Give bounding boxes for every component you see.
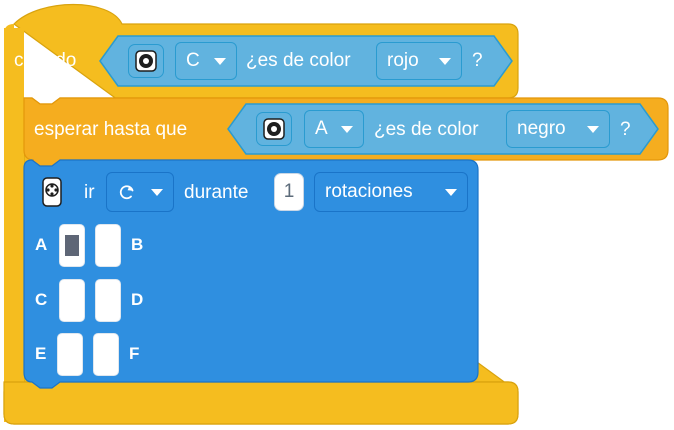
clockwise-arrow-icon [119, 185, 134, 200]
when-color-value: rojo [387, 50, 419, 71]
unit-dropdown[interactable]: rotaciones [314, 172, 468, 212]
motor-for-label: durante [184, 182, 249, 203]
when-port-dropdown[interactable]: C [175, 42, 237, 80]
when-condition-text: ¿es de color [246, 50, 351, 71]
motor-go-label: ir [84, 182, 95, 203]
port-label-f: F [129, 344, 140, 363]
port-b-toggle[interactable] [95, 224, 121, 267]
when-label: cuando [14, 50, 77, 71]
color-sensor-icon [263, 118, 285, 140]
chevron-down-icon [151, 189, 163, 196]
port-label-a: A [35, 235, 48, 254]
port-e-toggle[interactable] [57, 333, 83, 376]
chevron-down-icon [214, 58, 226, 65]
wait-sensor-icon-button[interactable] [256, 112, 292, 146]
when-question-mark: ? [472, 50, 483, 71]
wait-question-mark: ? [620, 119, 631, 140]
wait-color-dropdown[interactable]: negro [506, 110, 610, 148]
port-label-c: C [35, 290, 48, 309]
port-label-d: D [131, 290, 144, 309]
port-label-b: B [131, 235, 144, 254]
port-f-toggle[interactable] [93, 333, 119, 376]
port-d-toggle[interactable] [95, 279, 121, 322]
when-color-dropdown[interactable]: rojo [376, 42, 462, 80]
chevron-down-icon [587, 126, 599, 133]
port-label-e: E [35, 344, 47, 363]
direction-dropdown[interactable] [106, 172, 174, 212]
wait-label: esperar hasta que [34, 119, 188, 140]
port-c-toggle[interactable] [59, 279, 85, 322]
port-a-toggle[interactable] [59, 224, 85, 267]
chevron-down-icon [445, 189, 457, 196]
wait-condition-text: ¿es de color [374, 119, 479, 140]
motor-pair-icon [42, 177, 62, 207]
wait-color-value: negro [517, 118, 566, 139]
when-port-value: C [186, 50, 200, 71]
chevron-down-icon [439, 58, 451, 65]
color-sensor-icon [135, 50, 157, 72]
amount-input[interactable]: 1 [274, 173, 304, 211]
wait-port-value: A [315, 118, 328, 139]
motor-pair-icon-button[interactable] [40, 176, 64, 213]
when-sensor-icon-button[interactable] [128, 44, 164, 78]
chevron-down-icon [341, 126, 353, 133]
unit-value: rotaciones [325, 181, 413, 202]
wait-port-dropdown[interactable]: A [304, 110, 364, 148]
